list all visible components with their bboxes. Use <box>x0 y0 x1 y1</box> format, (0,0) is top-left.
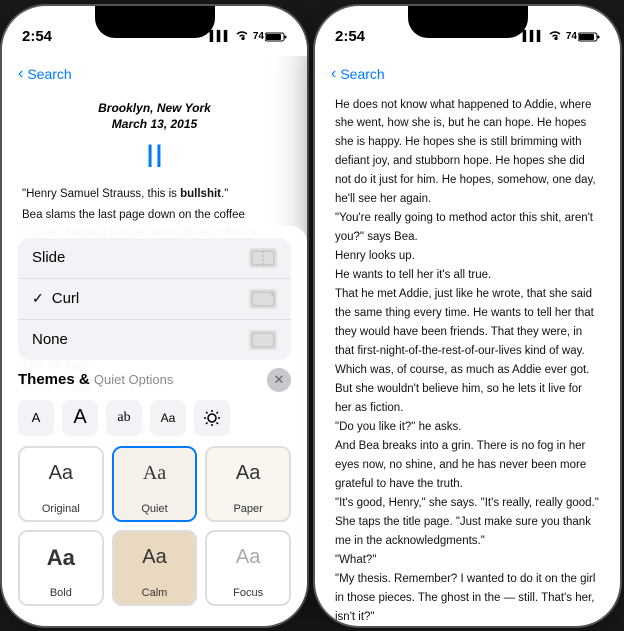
wifi-icon <box>235 30 249 43</box>
notch <box>95 6 215 38</box>
curl-label-wrap: ✓ Curl <box>32 290 79 307</box>
curl-icon <box>249 289 277 309</box>
right-para-7: "Do you like it?" he asks. <box>335 418 600 437</box>
theme-calm-name: Calm <box>114 584 196 604</box>
chevron-left-icon: ‹ <box>18 65 23 83</box>
right-wifi-icon <box>548 30 562 43</box>
theme-calm-box: Aa <box>114 532 196 584</box>
theme-original-box: Aa <box>20 448 102 500</box>
themes-title: Themes & Quiet Options <box>18 371 173 388</box>
none-label: None <box>32 331 68 348</box>
font-increase-button[interactable]: A <box>62 400 98 436</box>
theme-quiet-box: Aa <box>114 448 196 500</box>
theme-bold[interactable]: Aa Bold <box>18 530 104 606</box>
theme-focus-aa: Aa <box>236 546 260 569</box>
font-decrease-button[interactable]: A <box>18 400 54 436</box>
right-para-4: He wants to tell her it's all true. <box>335 266 600 285</box>
right-signal-icon: ▌▌▌ <box>523 31 544 42</box>
theme-bold-name: Bold <box>20 584 102 604</box>
checkmark-icon: ✓ <box>32 290 44 307</box>
left-time: 2:54 <box>22 28 52 45</box>
book-header: Brooklyn, New YorkMarch 13, 2015 II <box>22 100 287 176</box>
battery-icon: 74 <box>253 31 287 42</box>
font-style-button[interactable]: ab <box>106 400 142 436</box>
left-nav-bar: ‹ Search <box>2 56 307 92</box>
close-button[interactable]: ✕ <box>267 368 291 392</box>
theme-original[interactable]: Aa Original <box>18 446 104 522</box>
right-para-11: "My thesis. Remember? I wanted to do it … <box>335 570 600 622</box>
right-book-content: He does not know what happened to Addie,… <box>315 92 620 622</box>
font-option-button[interactable]: Aa <box>150 400 186 436</box>
slide-label-wrap: Slide <box>32 249 65 266</box>
theme-focus[interactable]: Aa Focus <box>205 530 291 606</box>
theme-quiet-name: Quiet <box>114 500 196 520</box>
theme-bold-box: Aa <box>20 532 102 584</box>
right-para-2: "You're really going to method actor thi… <box>335 209 600 247</box>
theme-quiet[interactable]: Aa Quiet <box>112 446 198 522</box>
theme-focus-name: Focus <box>207 584 289 604</box>
transition-curl[interactable]: ✓ Curl <box>18 279 291 320</box>
theme-grid: Aa Original Aa Quiet Aa Paper Aa Bold Aa <box>18 446 291 606</box>
themes-header: Themes & Quiet Options ✕ <box>18 368 291 392</box>
right-para-5: That he met Addie, just like he wrote, t… <box>335 285 600 380</box>
theme-focus-box: Aa <box>207 532 289 584</box>
left-phone: 2:54 ▌▌▌ 74 ‹ Search Brooklyn, New YorkM… <box>2 6 307 626</box>
theme-bold-aa: Aa <box>47 545 75 571</box>
app-container: 2:54 ▌▌▌ 74 ‹ Search Brooklyn, New YorkM… <box>2 6 622 626</box>
right-notch <box>408 6 528 38</box>
transition-menu: Slide ✓ Curl N <box>18 238 291 360</box>
theme-paper-aa: Aa <box>236 462 260 485</box>
right-nav-bar: ‹ Search <box>315 56 620 92</box>
page-number: 524 <box>315 622 620 626</box>
right-back-label: Search <box>340 66 384 82</box>
right-para-8: And Bea breaks into a grin. There is no … <box>335 437 600 494</box>
right-time: 2:54 <box>335 28 365 45</box>
brightness-button[interactable] <box>194 400 230 436</box>
slide-icon <box>249 248 277 268</box>
theme-calm[interactable]: Aa Calm <box>112 530 198 606</box>
right-battery-icon: 74 <box>566 31 600 42</box>
font-controls: A A ab Aa <box>18 400 291 436</box>
theme-calm-aa: Aa <box>142 546 166 569</box>
chapter-number: II <box>22 137 287 175</box>
right-para-1: He does not know what happened to Addie,… <box>335 96 600 210</box>
none-label-wrap: None <box>32 331 68 348</box>
theme-paper[interactable]: Aa Paper <box>205 446 291 522</box>
para-1: "Henry Samuel Strauss, this is bullshit.… <box>22 185 287 203</box>
theme-original-aa: Aa <box>49 462 73 485</box>
none-icon <box>249 330 277 350</box>
signal-icon: ▌▌▌ <box>210 31 231 42</box>
right-para-10: "What?" <box>335 551 600 570</box>
theme-quiet-aa: Aa <box>143 462 166 485</box>
left-back-button[interactable]: ‹ Search <box>18 65 72 83</box>
right-para-9: "It's good, Henry," she says. "It's real… <box>335 494 600 551</box>
right-back-button[interactable]: ‹ Search <box>331 65 385 83</box>
overlay-panel: Slide ✓ Curl N <box>2 226 307 626</box>
transition-slide[interactable]: Slide <box>18 238 291 279</box>
right-para-6: But she wouldn't believe him, so he lets… <box>335 380 600 418</box>
slide-label: Slide <box>32 249 65 266</box>
right-phone: 2:54 ▌▌▌ 74 ‹ Search He does not know wh… <box>315 6 620 626</box>
transition-none[interactable]: None <box>18 320 291 360</box>
theme-paper-box: Aa <box>207 448 289 500</box>
right-chevron-left-icon: ‹ <box>331 65 336 83</box>
theme-original-name: Original <box>20 500 102 520</box>
right-para-3: Henry looks up. <box>335 247 600 266</box>
left-back-label: Search <box>27 66 71 82</box>
left-status-icons: ▌▌▌ 74 <box>210 30 287 43</box>
theme-paper-name: Paper <box>207 500 289 520</box>
book-location: Brooklyn, New YorkMarch 13, 2015 <box>22 100 287 134</box>
curl-label: Curl <box>52 290 80 307</box>
right-status-icons: ▌▌▌ 74 <box>523 30 600 43</box>
